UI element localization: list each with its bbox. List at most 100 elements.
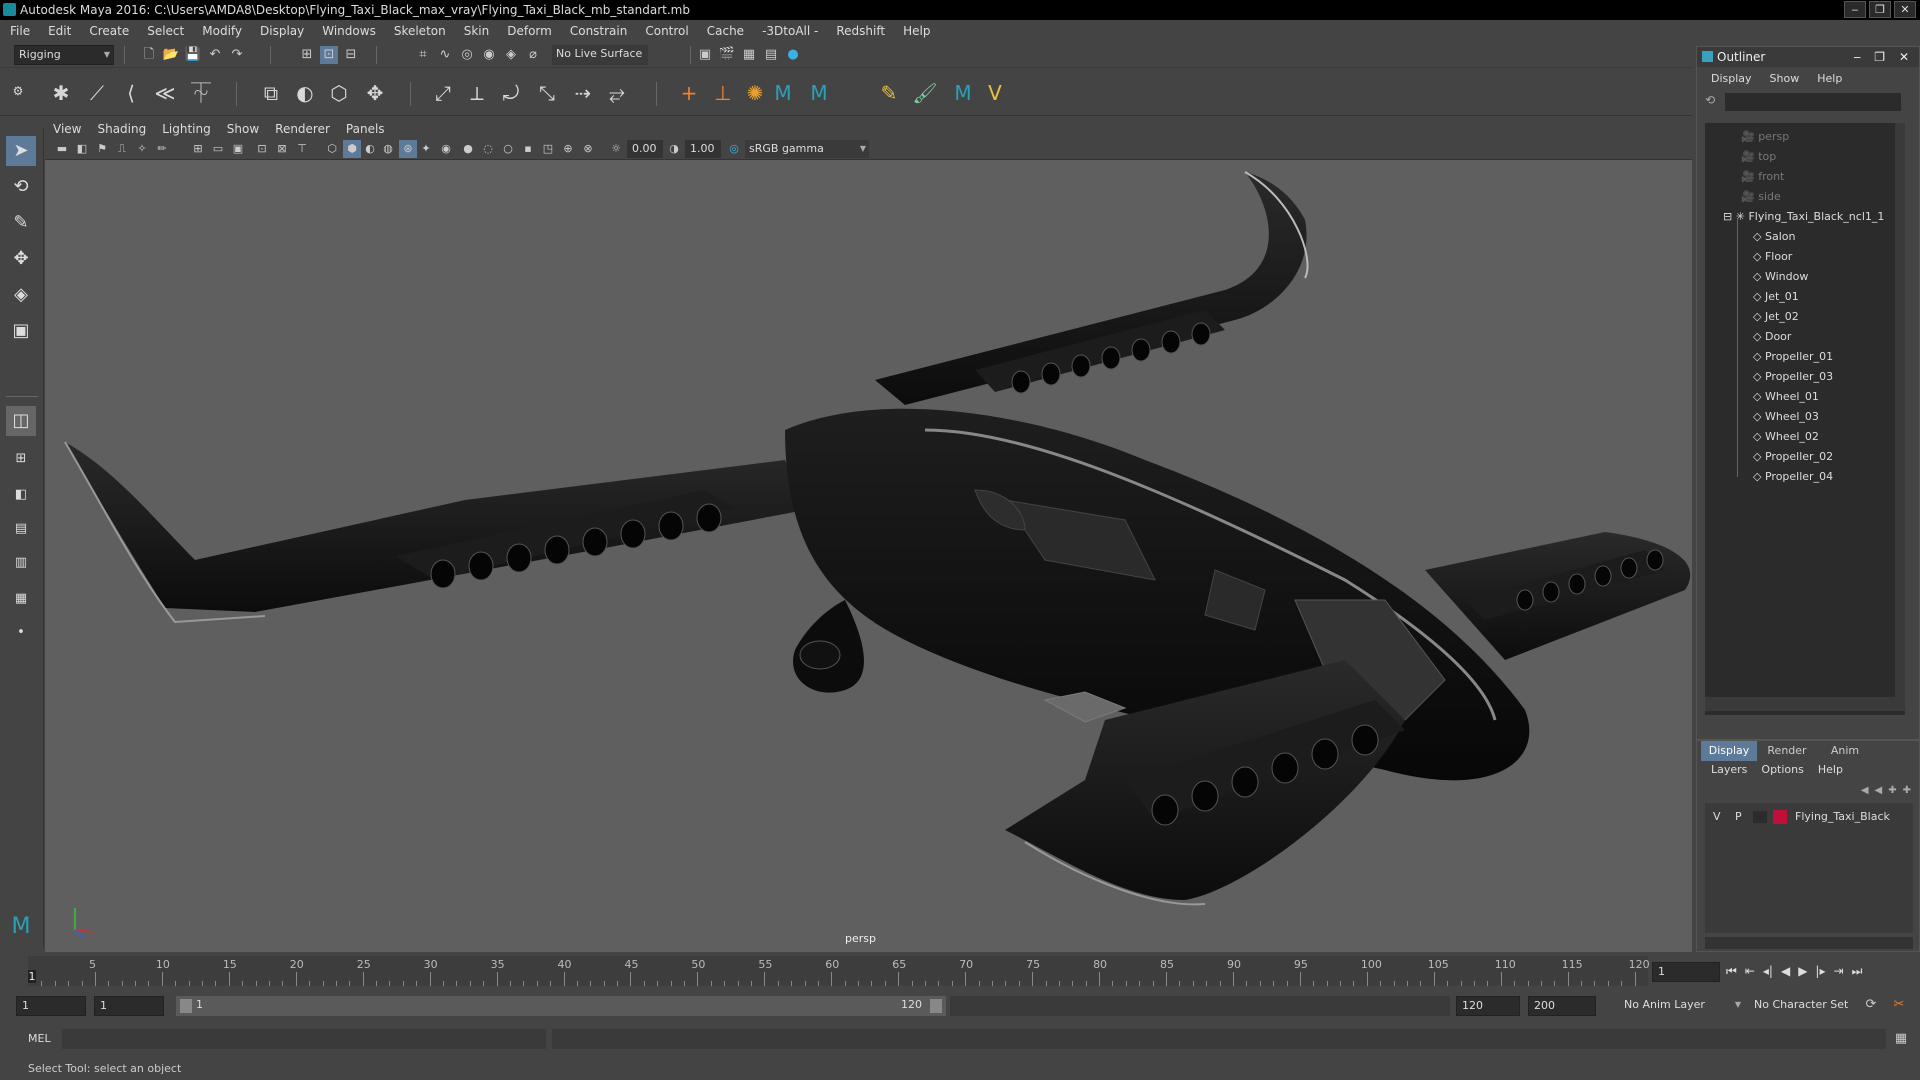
step-back-frame-icon[interactable]: ◂| <box>1763 964 1773 979</box>
field-chart-icon[interactable]: ⊠ <box>273 140 291 158</box>
joint-tool-icon[interactable]: ✱ <box>48 80 74 106</box>
vp-menu-lighting[interactable]: Lighting <box>162 122 211 136</box>
horizontal-scrollbar[interactable] <box>1705 697 1905 711</box>
outliner-child-item[interactable]: ◇ Wheel_02 <box>1753 427 1819 447</box>
vp-menu-panels[interactable]: Panels <box>346 122 385 136</box>
render-settings-icon[interactable]: ▤ <box>762 46 780 64</box>
menu-edit[interactable]: Edit <box>48 24 71 38</box>
use-lights-icon[interactable]: ⊛ <box>399 140 417 158</box>
bind-skin-icon[interactable]: ⧉ <box>258 80 284 106</box>
step-forward-frame-icon[interactable]: |▸ <box>1815 964 1825 979</box>
close-icon[interactable]: ✕ <box>1899 47 1909 67</box>
exposure-icon[interactable]: ☼ <box>607 140 625 158</box>
snap-grid-icon[interactable]: ⌗ <box>414 46 432 64</box>
range-end-handle[interactable] <box>930 999 942 1013</box>
outliner-child-item[interactable]: ◇ Salon <box>1753 227 1795 247</box>
image-plane-icon[interactable]: ⎍ <box>113 140 131 158</box>
close-button[interactable]: ✕ <box>1894 1 1916 18</box>
new-layer-selected-icon[interactable]: ✚ <box>1903 785 1911 796</box>
move-layer-up-icon[interactable]: ◀ <box>1861 785 1869 796</box>
layout-graph-icon[interactable]: ▥ <box>6 548 36 578</box>
outliner-child-item[interactable]: ◇ Propeller_01 <box>1753 347 1833 367</box>
restore-icon[interactable]: ❐ <box>1874 47 1885 67</box>
current-time-marker[interactable]: 1 <box>28 970 36 983</box>
shelf-options-icon[interactable]: ⚙ <box>8 76 28 106</box>
menu-windows[interactable]: Windows <box>322 24 376 38</box>
script-editor-icon[interactable]: ▦ <box>1892 1030 1910 1048</box>
maya-tool-2-icon[interactable]: M <box>806 80 832 106</box>
move-layer-down-icon[interactable]: ◀ <box>1875 785 1883 796</box>
menu-skeleton[interactable]: Skeleton <box>394 24 446 38</box>
layer-menu-layers[interactable]: Layers <box>1711 763 1747 776</box>
paint-weights-icon[interactable]: ✎ <box>876 80 902 106</box>
wireframe-on-shaded-icon[interactable]: ◐ <box>361 140 379 158</box>
undo-icon[interactable]: ↶ <box>206 46 224 64</box>
anim-layer-dropdown[interactable]: No Anim Layer ▼ <box>1620 996 1744 1016</box>
rotate-tool-icon[interactable]: ◈ <box>6 280 36 310</box>
outliner-camera-persp[interactable]: 🎥 persp <box>1741 127 1789 147</box>
cluster-icon[interactable]: ✥ <box>362 80 388 106</box>
scale-tool-icon[interactable]: ▣ <box>6 316 36 346</box>
snap-view-icon[interactable]: ◉ <box>480 46 498 64</box>
v-tool-icon[interactable]: V <box>982 80 1008 106</box>
gamma-field[interactable]: 1.00 <box>685 140 721 158</box>
snap-point-icon[interactable]: ◎ <box>458 46 476 64</box>
gate-mask-icon[interactable]: ⊡ <box>253 140 271 158</box>
animation-start-field[interactable]: 1 <box>16 996 86 1016</box>
orient-constraint-icon[interactable]: ⤾ <box>498 80 524 106</box>
range-slider[interactable]: 1 120 <box>176 996 946 1016</box>
render-frame-icon[interactable]: 🎬 <box>718 46 736 64</box>
menu-constrain[interactable]: Constrain <box>570 24 628 38</box>
maya-tool-3-icon[interactable]: M <box>950 80 976 106</box>
character-set-dropdown[interactable]: No Character Set <box>1750 996 1860 1016</box>
menu-file[interactable]: File <box>10 24 30 38</box>
anti-alias-icon[interactable]: ◳ <box>539 140 557 158</box>
current-frame-field[interactable]: 1 <box>1652 962 1720 982</box>
outliner-child-item[interactable]: ◇ Propeller_03 <box>1753 367 1833 387</box>
play-backward-icon[interactable]: ◀ <box>1781 964 1790 979</box>
command-input[interactable] <box>62 1029 546 1049</box>
ambient-occlusion-icon[interactable]: ◉ <box>437 140 455 158</box>
ik-spline-icon[interactable]: ⟨ <box>118 80 144 106</box>
xray-joints-icon[interactable]: ◌ <box>479 140 497 158</box>
point-constraint-icon[interactable]: ⤢ <box>430 80 456 106</box>
menuset-dropdown[interactable]: Rigging ▼ <box>14 45 114 65</box>
smooth-bind-icon[interactable]: ◐ <box>292 80 318 106</box>
motion-blur-icon[interactable]: ▪ <box>519 140 537 158</box>
menu-create[interactable]: Create <box>89 24 129 38</box>
menu-modify[interactable]: Modify <box>202 24 242 38</box>
outliner-child-item[interactable]: ◇ Propeller_02 <box>1753 447 1833 467</box>
range-start-handle[interactable] <box>180 999 192 1013</box>
maya-tool-icon[interactable]: M <box>770 80 796 106</box>
make-live-icon[interactable]: ⌀ <box>524 46 542 64</box>
pole-vector-icon[interactable]: ⥂ <box>604 80 630 106</box>
color-management-icon[interactable]: ◎ <box>725 140 743 158</box>
ipr-render-icon[interactable]: ▦ <box>740 46 758 64</box>
vp-menu-view[interactable]: View <box>53 122 81 136</box>
preferences-icon[interactable]: ✂ <box>1890 996 1908 1014</box>
grease-pencil-icon[interactable]: ✏ <box>153 140 171 158</box>
snap-curve-icon[interactable]: ∿ <box>436 46 454 64</box>
layer-display-type[interactable] <box>1753 811 1767 823</box>
isolate-select-icon[interactable]: ○ <box>499 140 517 158</box>
film-gate-icon[interactable]: ▭ <box>209 140 227 158</box>
minimize-icon[interactable]: ‒ <box>1853 47 1861 67</box>
outliner-menu-help[interactable]: Help <box>1817 72 1842 85</box>
color-space-dropdown[interactable]: sRGB gamma ▼ <box>745 140 869 158</box>
2d-pan-icon[interactable]: ✧ <box>133 140 151 158</box>
command-language-label[interactable]: MEL <box>28 1032 51 1045</box>
collapse-icon[interactable]: ⊟ <box>1723 210 1732 223</box>
render-history-icon[interactable]: ▣ <box>696 46 714 64</box>
menu-select[interactable]: Select <box>147 24 184 38</box>
outliner-child-item[interactable]: ◇ Door <box>1753 327 1791 347</box>
textured-icon[interactable]: ◍ <box>379 140 397 158</box>
viewport-persp[interactable]: persp <box>45 160 1692 952</box>
resolution-gate-icon[interactable]: ▣ <box>229 140 247 158</box>
layer-row[interactable]: V P Flying_Taxi_Black <box>1705 807 1913 827</box>
playback-end-field[interactable]: 120 <box>1456 996 1520 1016</box>
layer-menu-options[interactable]: Options <box>1761 763 1803 776</box>
camera-select-icon[interactable]: ▬ <box>53 140 71 158</box>
time-slider[interactable]: 5 10 15 20 25 30 35 40 45 50 55 60 65 70 75 80 85 90 95 100… <box>0 952 1920 986</box>
playback-start-field[interactable]: 1 <box>94 996 164 1016</box>
lattice-icon[interactable]: ⬡ <box>326 80 352 106</box>
